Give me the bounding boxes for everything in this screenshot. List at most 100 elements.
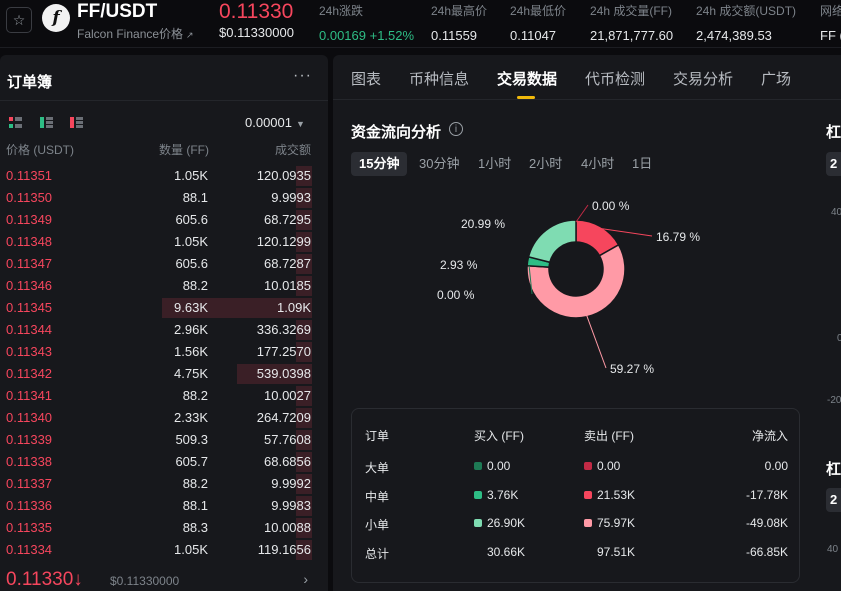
ask-row[interactable]: 0.11348 1.05K 120.1299 [0, 231, 328, 253]
ask-row[interactable]: 0.11345 9.63K 1.09K [0, 297, 328, 319]
period-1d[interactable]: 1日 [624, 152, 660, 176]
ask-total: 539.0398 [256, 366, 311, 381]
pair-name[interactable]: FF/USDT [77, 1, 157, 23]
ask-price: 0.11337 [6, 476, 53, 491]
ask-row[interactable]: 0.11339 509.3 57.7608 [0, 429, 328, 451]
ask-row[interactable]: 0.11335 88.3 10.0088 [0, 517, 328, 539]
clipped-axis-tick: 0 [837, 333, 841, 344]
ask-row[interactable]: 0.11334 1.05K 119.1656 [0, 539, 328, 561]
leader-line [585, 314, 607, 369]
ask-row[interactable]: 0.11350 88.1 9.9993 [0, 187, 328, 209]
ask-row[interactable]: 0.11341 88.2 10.0027 [0, 385, 328, 407]
star-icon: ☆ [12, 11, 26, 28]
tab-token-check[interactable]: 代币检测 [585, 68, 645, 89]
ask-qty: 88.3 [182, 520, 208, 535]
sell-small-swatch [584, 519, 592, 527]
active-tab-indicator [517, 96, 535, 99]
ask-total: 264.7209 [256, 410, 311, 425]
ask-row[interactable]: 0.11342 4.75K 539.0398 [0, 363, 328, 385]
view-both-icon[interactable] [9, 117, 22, 130]
ask-price: 0.11341 [6, 388, 53, 403]
tab-trade-analysis[interactable]: 交易分析 [673, 68, 733, 89]
ask-qty: 88.1 [182, 190, 208, 205]
order-book-panel: 订单簿 ··· 0.00001 ▼ 价格 (USDT) 数量 (FF) 成交额 0… [0, 55, 328, 591]
ask-row[interactable]: 0.11337 88.2 9.9992 [0, 473, 328, 495]
tab-square[interactable]: 广场 [761, 68, 791, 89]
clipped-axis-tick: -20 [827, 395, 841, 406]
ask-price: 0.11350 [6, 190, 53, 205]
precision-select[interactable]: 0.00001 ▼ [245, 115, 305, 130]
clipped-period-button[interactable]: 2 [826, 152, 841, 176]
ask-price: 0.11348 [6, 234, 53, 249]
ask-price: 0.11351 [6, 168, 53, 183]
period-15m[interactable]: 15分钟 [351, 152, 408, 176]
tab-chart[interactable]: 图表 [351, 68, 381, 89]
coin-logo: f [42, 4, 70, 32]
coin-price-link[interactable]: Falcon Finance价格 ↗ [77, 25, 194, 42]
clipped-period-button-2[interactable]: 2 [826, 488, 841, 512]
ask-row[interactable]: 0.11349 605.6 68.7295 [0, 209, 328, 231]
ask-total: 57.7608 [264, 432, 311, 447]
ask-row[interactable]: 0.11351 1.05K 120.0935 [0, 165, 328, 187]
ask-row[interactable]: 0.11344 2.96K 336.3269 [0, 319, 328, 341]
ask-total: 1.09K [277, 300, 311, 315]
ask-total: 336.3269 [256, 322, 311, 337]
ask-qty: 509.3 [175, 432, 208, 447]
more-options-icon[interactable]: ··· [293, 67, 312, 85]
ask-total: 68.6856 [264, 454, 311, 469]
ask-total: 9.9993 [271, 190, 311, 205]
sell-large-swatch [584, 462, 592, 470]
ask-price: 0.11349 [6, 212, 53, 227]
donut-slice-buy-small[interactable] [527, 219, 577, 264]
label-buy-mid: 2.93 % [440, 258, 478, 272]
ask-price: 0.11343 [6, 344, 53, 359]
ask-row[interactable]: 0.11346 88.2 10.0185 [0, 275, 328, 297]
ask-list: 0.11351 1.05K 120.0935 0.11350 88.1 9.9993 0.1… [0, 165, 328, 561]
period-1h[interactable]: 1小时 [470, 152, 519, 176]
fund-flow-donut: 0.00 % 16.79 % 59.27 % 0.00 % 2.93 % 20.… [333, 185, 803, 385]
favorite-star-button[interactable]: ☆ [6, 7, 32, 33]
label-buy-small: 20.99 % [461, 217, 506, 231]
sell-mid-swatch [584, 491, 592, 499]
ask-total: 68.7295 [264, 212, 311, 227]
ask-price: 0.11345 [6, 300, 53, 315]
last-price: 0.11330 [219, 0, 294, 23]
ask-qty: 605.6 [175, 212, 208, 227]
ask-qty: 1.05K [174, 234, 208, 249]
view-buy-icon[interactable] [40, 117, 53, 130]
ask-row[interactable]: 0.11336 88.1 9.9983 [0, 495, 328, 517]
info-icon[interactable]: i [449, 122, 463, 136]
ask-qty: 88.2 [182, 476, 208, 491]
period-2h[interactable]: 2小时 [521, 152, 570, 176]
ask-row[interactable]: 0.11343 1.56K 177.2570 [0, 341, 328, 363]
ask-total: 10.0185 [264, 278, 311, 293]
view-sell-icon[interactable] [70, 117, 83, 130]
ask-row[interactable]: 0.11340 2.33K 264.7209 [0, 407, 328, 429]
stat-24h-high: 24h最高价 0.11559 [431, 4, 488, 43]
ask-row[interactable]: 0.11338 605.7 68.6856 [0, 451, 328, 473]
clipped-axis-tick: 40 [831, 207, 841, 218]
period-4h[interactable]: 4小时 [573, 152, 622, 176]
fund-flow-table: 订单 买入 (FF) 卖出 (FF) 净流入 大单 0.00 0.00 0.00… [351, 408, 800, 583]
clipped-axis-tick: 40 [827, 544, 839, 555]
stat-24h-volume: 24h 成交量(FF) 21,871,777.60 [590, 4, 674, 43]
ask-row[interactable]: 0.11347 605.6 68.7287 [0, 253, 328, 275]
ask-total: 10.0027 [264, 388, 311, 403]
ask-qty: 605.7 [175, 454, 208, 469]
ask-price: 0.11340 [6, 410, 53, 425]
col-header-qty: 数量 (FF) [159, 143, 209, 157]
ask-qty: 605.6 [175, 256, 208, 271]
tab-coin-info[interactable]: 币种信息 [409, 68, 469, 89]
ask-total: 119.1656 [257, 542, 311, 557]
ask-price: 0.11347 [6, 256, 53, 271]
ask-price: 0.11342 [6, 366, 53, 381]
label-buy-large: 0.00 % [437, 288, 475, 302]
label-sell-large: 0.00 % [592, 199, 630, 213]
label-sell-mid: 16.79 % [656, 230, 701, 244]
ask-price: 0.11339 [6, 432, 53, 447]
period-30m[interactable]: 30分钟 [411, 152, 467, 176]
tab-trade-data[interactable]: 交易数据 [497, 68, 557, 89]
stat-24h-change: 24h涨跌 0.00169 +1.52% [319, 4, 415, 43]
chevron-right-icon[interactable]: › [303, 571, 308, 587]
ask-qty: 2.96K [174, 322, 208, 337]
